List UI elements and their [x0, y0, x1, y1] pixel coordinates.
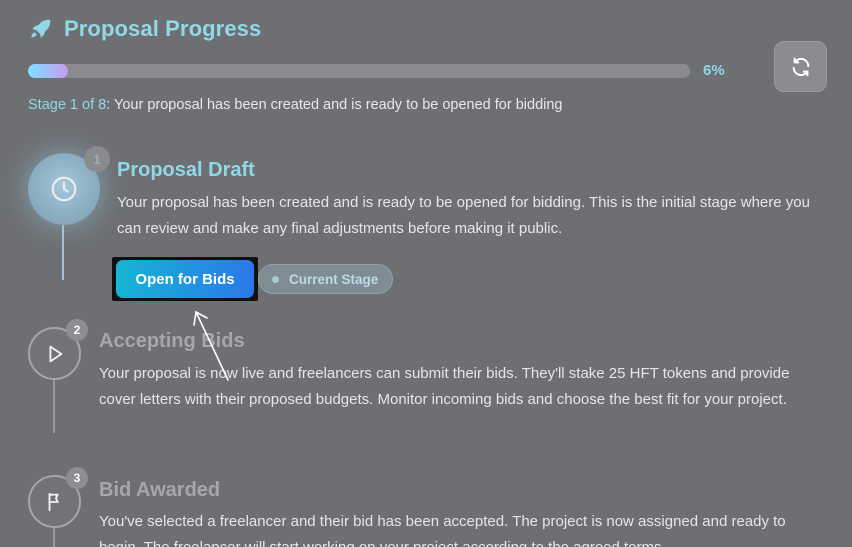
step-1-badge: 1 [84, 146, 110, 172]
current-stage-dot [272, 275, 279, 283]
current-stage-label: Current Stage [289, 271, 379, 287]
play-icon [49, 345, 62, 362]
step-3-title: Bid Awarded [99, 479, 221, 501]
clock-icon [51, 176, 77, 202]
progress-bar [28, 64, 690, 78]
page-title: Proposal Progress [64, 16, 262, 41]
step-1-connector [62, 225, 64, 280]
stage-message: : Your proposal has been created and is … [106, 97, 563, 113]
open-for-bids-button[interactable]: Open for Bids [116, 260, 254, 298]
step-3-connector [53, 528, 55, 547]
step-3-badge: 3 [66, 467, 88, 489]
pointer-arrow-annotation [193, 310, 229, 381]
step-1-description: Your proposal has been created and is re… [117, 194, 810, 237]
step-2-badge: 2 [66, 319, 88, 341]
header: Proposal Progress [28, 16, 261, 42]
current-stage-badge: Current Stage [258, 264, 393, 294]
stage-status-line: Stage 1 of 8: Your proposal has been cre… [28, 97, 563, 113]
rocket-icon [31, 19, 51, 38]
step-3-description: You've selected a freelancer and their b… [99, 513, 786, 547]
step-1-title: Proposal Draft [117, 159, 255, 181]
step-2-connector [53, 380, 55, 433]
stage-label: Stage 1 of 8 [28, 97, 107, 113]
refresh-button[interactable] [774, 41, 827, 92]
flag-icon [48, 492, 59, 511]
progress-fill [28, 64, 68, 78]
progress-percent: 6% [703, 62, 725, 79]
refresh-icon [792, 57, 809, 76]
